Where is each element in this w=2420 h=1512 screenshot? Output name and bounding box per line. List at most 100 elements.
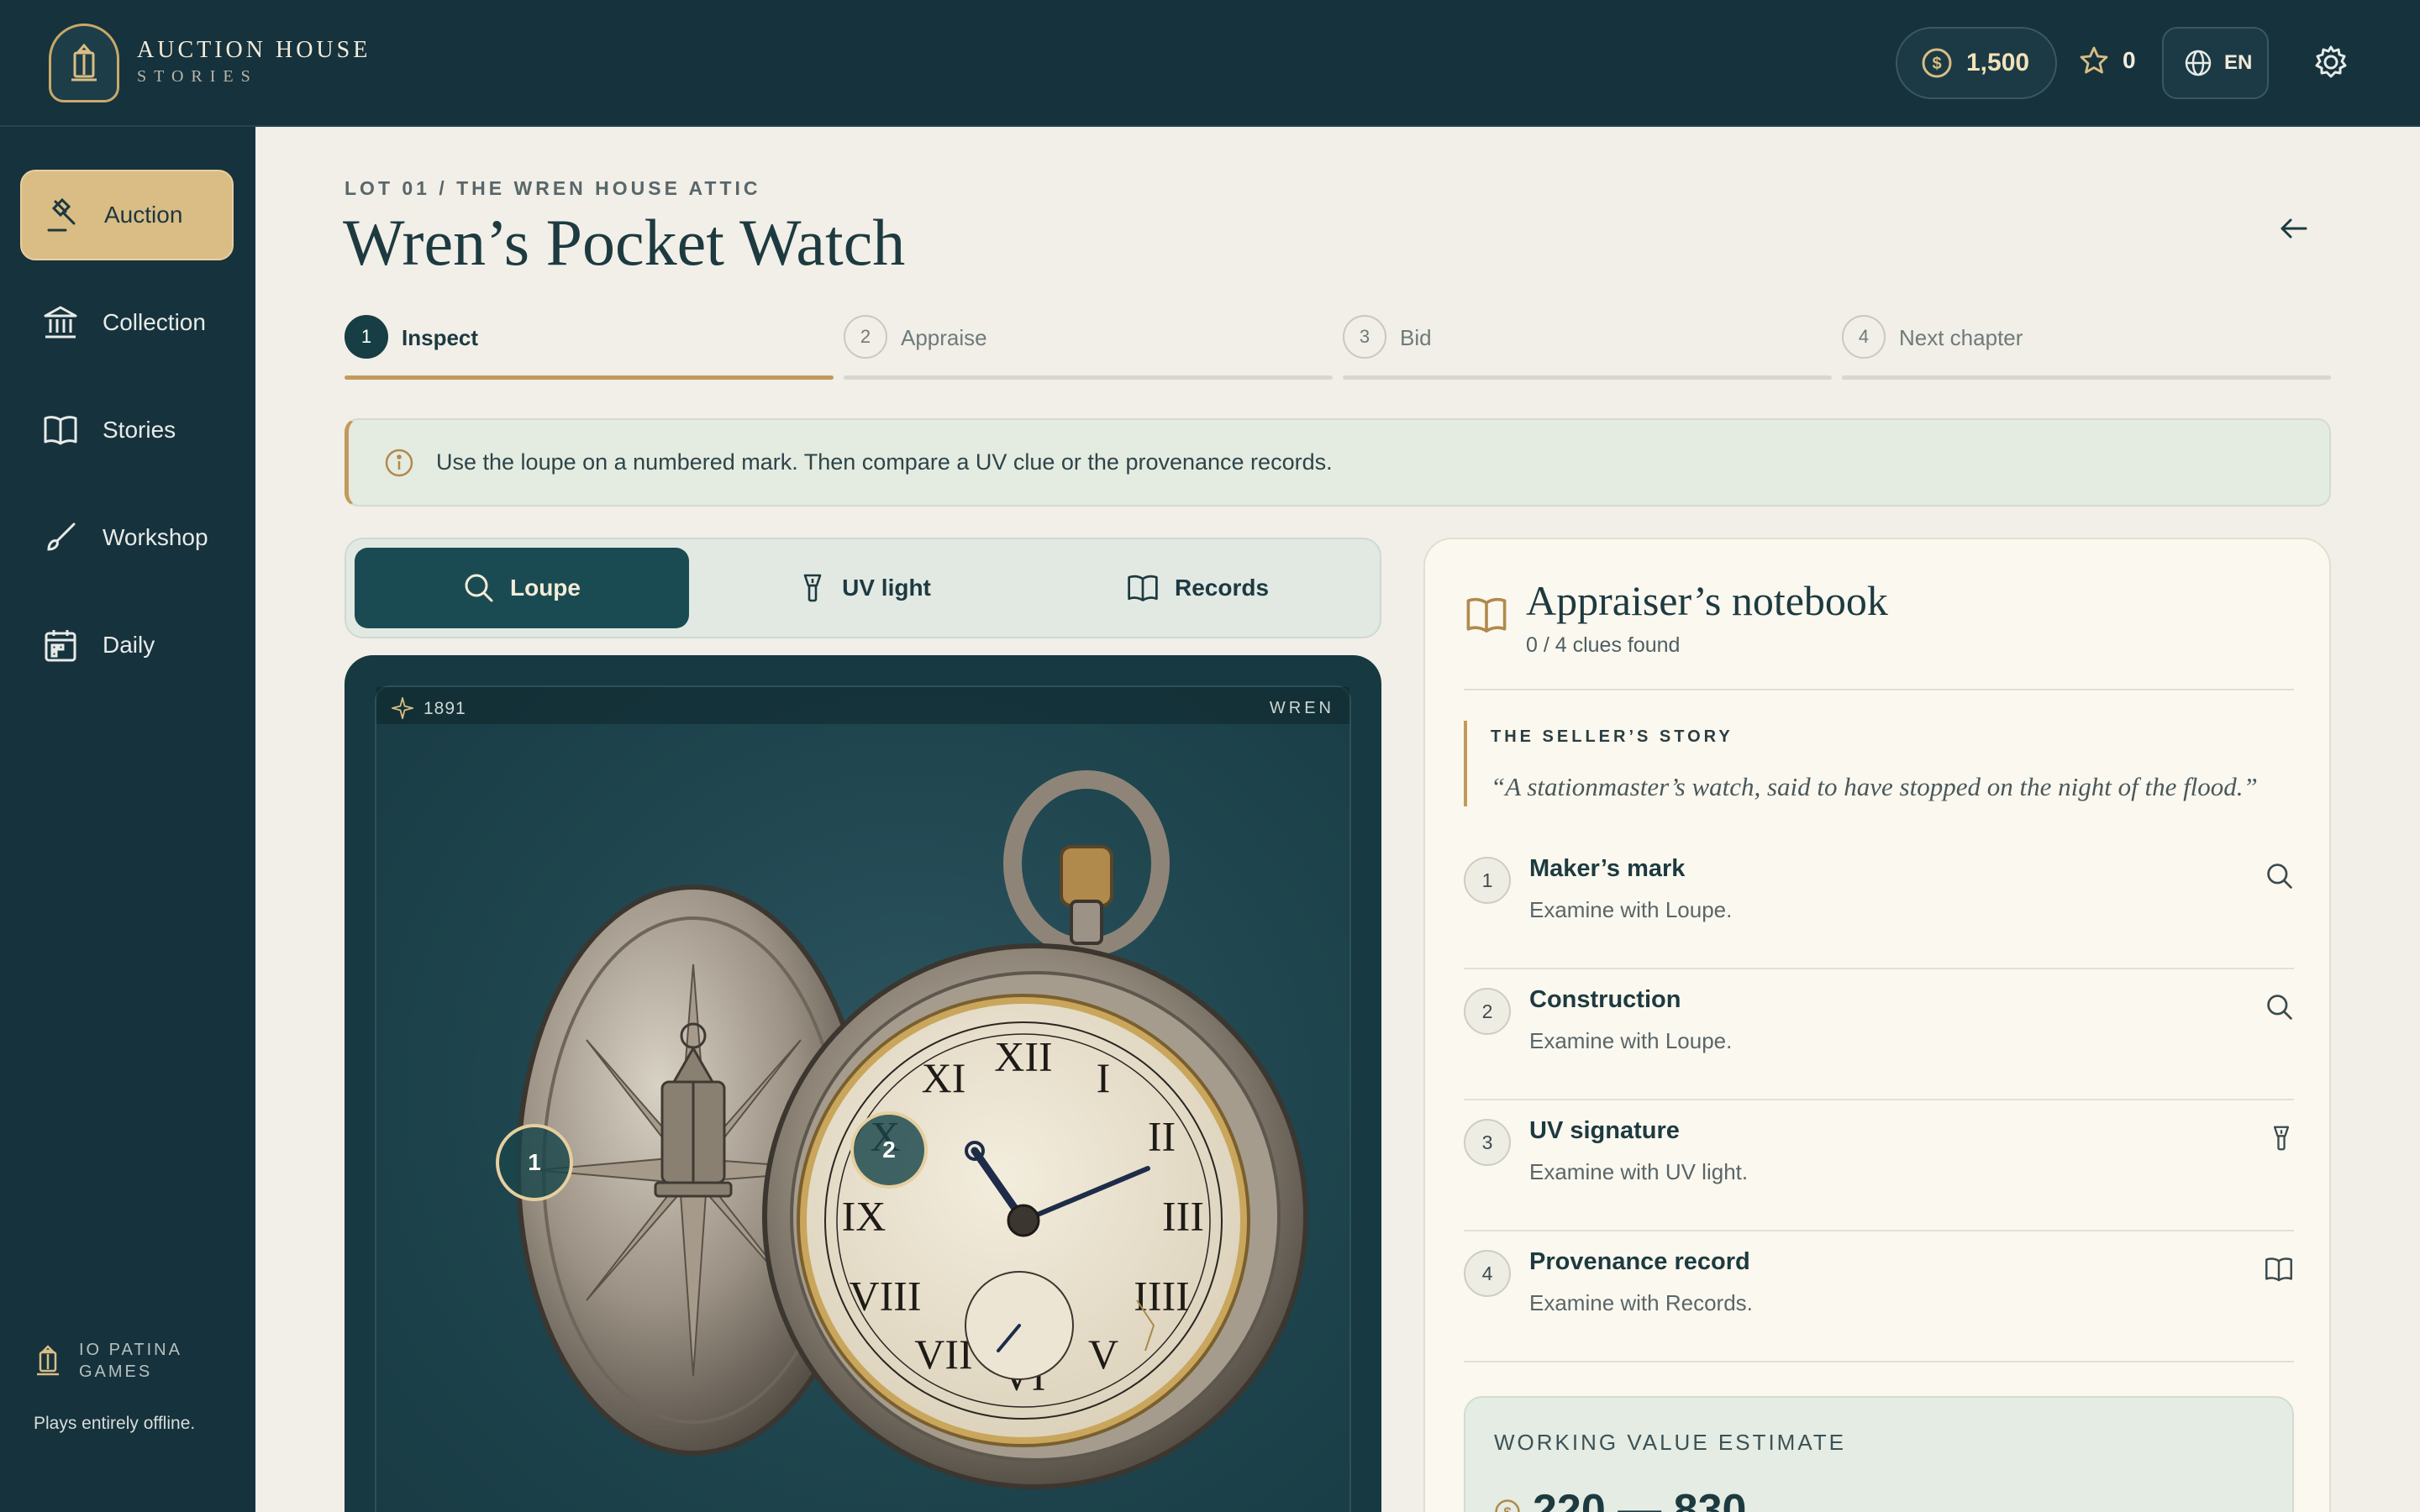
dial-numeral: XI <box>922 1054 966 1101</box>
hotspot-maker-mark-lid[interactable]: 1 <box>496 1124 573 1201</box>
star-icon <box>2080 46 2108 74</box>
clue-provenance-record[interactable]: 4 Provenance record Examine with Records… <box>1464 1231 2294 1362</box>
museum-icon <box>44 306 77 339</box>
language-button[interactable]: EN <box>2162 27 2269 99</box>
step-number: 1 <box>345 315 388 359</box>
step-label: Appraise <box>901 325 987 350</box>
sidebar-item-collection[interactable]: Collection <box>20 277 234 368</box>
value-estimate: WORKING VALUE ESTIMATE $ 220 — 830 <box>1464 1396 2294 1512</box>
clue-count: 0 / 4 clues found <box>1526 633 1681 657</box>
calendar-icon <box>45 630 76 662</box>
step-number: 3 <box>1343 315 1386 359</box>
coin-icon: $ <box>1495 1499 1520 1512</box>
dial-numeral: II <box>1148 1112 1176 1159</box>
lot-label: LOT 01 / THE WREN HOUSE ATTIC <box>345 177 761 199</box>
step-progress <box>1343 375 1832 380</box>
sidebar-item-label: Workshop <box>103 524 208 550</box>
studio-name: IO PATINA GAMES <box>79 1341 182 1381</box>
lantern-icon <box>37 1345 59 1376</box>
step-label: Inspect <box>402 325 479 350</box>
lantern-icon <box>71 43 97 81</box>
tool-label: UV light <box>842 575 931 601</box>
magnifier-icon <box>2267 864 2292 889</box>
step-label: Next chapter <box>1899 325 2023 350</box>
coin-balance[interactable]: $ 1,500 <box>1896 27 2057 99</box>
magnifier-icon <box>465 574 493 602</box>
clue-number: 4 <box>1464 1250 1511 1297</box>
clue-number: 3 <box>1464 1119 1511 1166</box>
book-icon <box>44 416 77 445</box>
gavel-icon <box>47 197 76 232</box>
dial-numeral: XII <box>994 1032 1052 1079</box>
magnifier-icon <box>2267 995 2292 1020</box>
star-value: 0 <box>2123 47 2136 73</box>
uv-torch-icon <box>803 574 822 602</box>
divider <box>1464 689 2294 690</box>
gear-icon <box>2315 45 2347 78</box>
language-value: EN <box>2224 51 2253 74</box>
dial-numeral: IIII <box>1134 1272 1190 1319</box>
step-number: 4 <box>1842 315 1886 359</box>
book-icon <box>2265 1257 2292 1282</box>
dial-numeral: VIII <box>849 1272 921 1319</box>
tool-label: Records <box>1174 575 1270 601</box>
tool-loupe-button[interactable]: Loupe <box>355 548 689 628</box>
seller-story: THE SELLER’S STORY “A stationmaster’s wa… <box>1464 721 2294 806</box>
settings-button[interactable] <box>2312 44 2349 85</box>
studio-credit: IO PATINA GAMES <box>34 1339 188 1383</box>
sidebar-item-label: Daily <box>103 632 155 658</box>
back-button[interactable] <box>2277 212 2311 249</box>
tool-selector: Loupe UV light Records <box>345 538 1381 638</box>
story-heading: THE SELLER’S STORY <box>1491 727 1733 746</box>
step-progress <box>1842 375 2331 380</box>
sidebar-item-workshop[interactable]: Workshop <box>20 492 234 583</box>
clue-number: 1 <box>1464 857 1511 904</box>
dial-numeral: III <box>1162 1192 1204 1239</box>
dial-numeral: V <box>1088 1331 1118 1378</box>
top-bar: AUCTION HOUSE STORIES $ 1,500 0 EN <box>0 0 2420 127</box>
clue-name: Provenance record <box>1529 1248 1750 1275</box>
globe-icon <box>2185 50 2212 76</box>
estimate-value: 220 — 830 <box>1533 1486 1747 1512</box>
clue-makers-mark[interactable]: 1 Maker’s mark Examine with Loupe. <box>1464 838 2294 969</box>
star-count[interactable]: 0 <box>2079 45 2136 76</box>
notebook-title: Appraiser’s notebook <box>1526 577 1888 624</box>
clue-hint: Examine with Loupe. <box>1529 1028 1733 1053</box>
tool-uv-button[interactable]: UV light <box>697 548 1032 628</box>
clue-hint: Examine with Records. <box>1529 1290 1753 1315</box>
sidebar-item-label: Auction <box>104 202 183 228</box>
pocket-watch-illustration: XIIIIIIIIIIIIVVIVIIVIIIIXXXI <box>516 770 1308 1489</box>
step-number: 2 <box>844 315 887 359</box>
step-progress <box>345 375 834 380</box>
coin-value: 1,500 <box>1966 49 2030 76</box>
sidebar-item-auction[interactable]: Auction <box>20 170 234 260</box>
sidebar-item-label: Collection <box>103 309 206 335</box>
sidebar-item-daily[interactable]: Daily <box>20 600 234 690</box>
tool-label: Loupe <box>510 575 581 601</box>
arrow-left-icon <box>2281 218 2307 239</box>
clue-uv-signature[interactable]: 3 UV signature Examine with UV light. <box>1464 1100 2294 1231</box>
artifact-viewer: 1891 WREN XII I II III IIII V VII VIII I… <box>345 655 1381 1512</box>
sidebar-item-stories[interactable]: Stories <box>20 385 234 475</box>
sidebar-item-label: Stories <box>103 417 176 443</box>
sidebar: Auction Collection Stories Workshop Dail… <box>0 127 255 1512</box>
hotspot-maker-mark[interactable]: 2 <box>850 1111 928 1189</box>
clue-name: UV signature <box>1529 1117 1680 1144</box>
svg-text:$: $ <box>1503 1504 1512 1512</box>
estimate-heading: WORKING VALUE ESTIMATE <box>1494 1430 1846 1455</box>
step-progress <box>844 375 1333 380</box>
uv-torch-icon <box>2273 1126 2290 1151</box>
offline-note: Plays entirely offline. <box>34 1414 196 1433</box>
dial-numeral: VII <box>914 1331 972 1378</box>
svg-text:$: $ <box>1932 55 1941 73</box>
artifact-frame: 1891 WREN XII I II III IIII V VII VIII I… <box>375 685 1351 1512</box>
book-icon <box>1466 597 1507 633</box>
page-title: Wren’s Pocket Watch <box>343 206 906 279</box>
clue-name: Maker’s mark <box>1529 855 1686 882</box>
clue-construction[interactable]: 2 Construction Examine with Loupe. <box>1464 969 2294 1100</box>
clue-hint: Examine with UV light. <box>1529 1159 1749 1184</box>
story-text: “A stationmaster’s watch, said to have s… <box>1491 772 2258 801</box>
clue-hint: Examine with Loupe. <box>1529 897 1733 922</box>
hint-text: Use the loupe on a numbered mark. Then c… <box>436 449 1333 475</box>
tool-records-button[interactable]: Records <box>1030 548 1365 628</box>
